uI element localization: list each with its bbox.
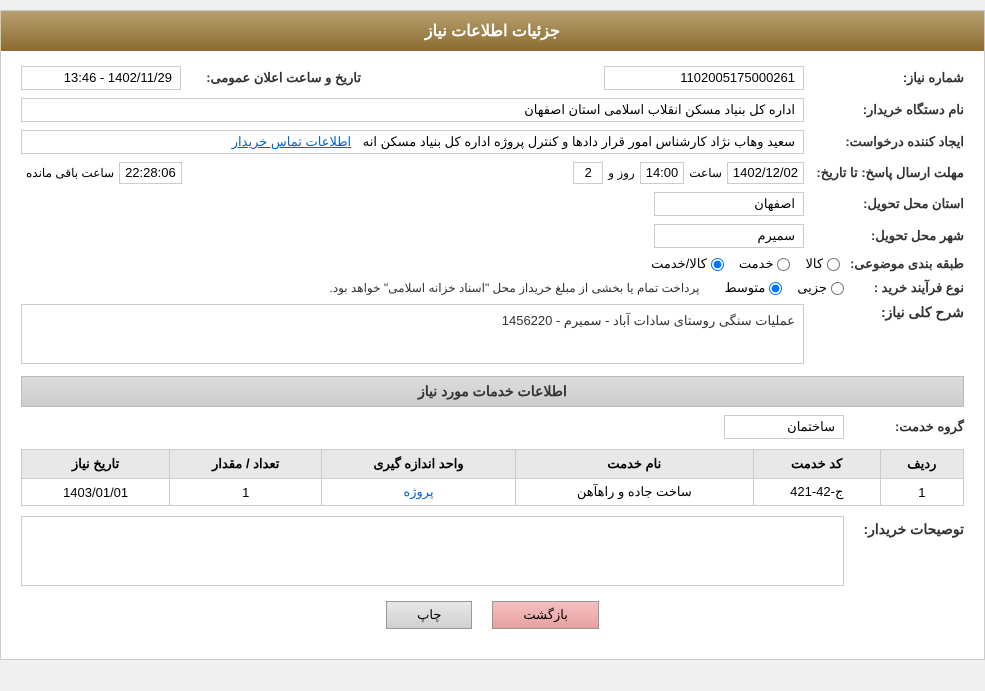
shahr-value: سمیرم xyxy=(757,228,795,243)
shamare-value-box: 1102005175000261 xyxy=(604,66,804,90)
ijad-link[interactable]: اطلاعات تماس خریدار xyxy=(232,134,351,149)
ostan-label: استان محل تحویل: xyxy=(804,196,964,212)
services-table: ردیف کد خدمت نام خدمت واحد اندازه گیری ت… xyxy=(21,449,964,506)
name-row: نام دستگاه خریدار: اداره کل بنیاد مسکن ا… xyxy=(21,98,964,122)
shamare-label: شماره نیاز: xyxy=(804,70,964,86)
proc-radio-group: جزیی متوسط پرداخت تمام یا بخشی از مبلغ خ… xyxy=(329,280,844,296)
services-header-text: اطلاعات خدمات مورد نیاز xyxy=(418,383,567,399)
table-header-row: ردیف کد خدمت نام خدمت واحد اندازه گیری ت… xyxy=(22,450,964,479)
name-label: نام دستگاه خریدار: xyxy=(804,102,964,118)
tabaqe-label: طبقه بندی موضوعی: xyxy=(840,256,964,272)
group-value-box: ساختمان xyxy=(724,415,844,439)
saat-box: 14:00 xyxy=(640,162,685,184)
page-wrapper: جزئیات اطلاعات نیاز شماره نیاز: 11020051… xyxy=(0,10,985,660)
saat-value: 14:00 xyxy=(646,165,679,180)
radio-kala[interactable]: کالا xyxy=(805,256,840,272)
sharh-label: شرح کلی نیاز: xyxy=(804,304,964,321)
cell-radif: 1 xyxy=(880,479,963,506)
ostan-row: استان محل تحویل: اصفهان xyxy=(21,192,964,216)
baghimande-value: 22:28:06 xyxy=(125,165,176,180)
ijad-row: ایجاد کننده درخواست: سعید وهاب نژاد کارش… xyxy=(21,130,964,154)
sharh-value-box: عملیات سنگی روستای سادات آباد - سمیرم - … xyxy=(21,304,804,364)
col-tedad: تعداد / مقدار xyxy=(170,450,322,479)
proc-note: پرداخت تمام یا بخشی از مبلغ خریداز محل "… xyxy=(329,281,699,295)
sharh-container: عملیات سنگی روستای سادات آباد - سمیرم - … xyxy=(21,304,804,364)
group-label: گروه خدمت: xyxy=(844,419,964,435)
proc-label: نوع فرآیند خرید : xyxy=(844,280,964,296)
services-header: اطلاعات خدمات مورد نیاز xyxy=(21,376,964,407)
mohlat-label: مهلت ارسال پاسخ: تا تاریخ: xyxy=(804,165,964,181)
content-area: شماره نیاز: 1102005175000261 تاریخ و ساع… xyxy=(1,51,984,659)
mohlat-date: 1402/12/02 xyxy=(733,165,798,180)
group-row: گروه خدمت: ساختمان xyxy=(21,415,964,439)
cell-kod: ج-42-421 xyxy=(753,479,880,506)
cell-vahed: پروژه xyxy=(322,479,516,506)
mohlat-date-box: 1402/12/02 xyxy=(727,162,804,184)
tarikh-value-box: 1402/11/29 - 13:46 xyxy=(21,66,181,90)
buyer-desc-row: توصیحات خریدار: xyxy=(21,516,964,586)
buyer-desc-box xyxy=(21,516,844,586)
cell-tarikh: 1403/01/01 xyxy=(22,479,170,506)
buttons-row: بازگشت چاپ xyxy=(21,601,964,644)
radio-kala-khadamat[interactable]: کالا/خدمت xyxy=(651,256,724,272)
shahr-label: شهر محل تحویل: xyxy=(804,228,964,244)
page-title: جزئیات اطلاعات نیاز xyxy=(425,23,560,40)
cell-name: ساخت جاده و راهآهن xyxy=(515,479,753,506)
shamare-value: 1102005175000261 xyxy=(680,70,795,85)
col-name: نام خدمت xyxy=(515,450,753,479)
sharh-value: عملیات سنگی روستای سادات آباد - سمیرم - … xyxy=(502,313,795,328)
tabaqe-row: طبقه بندی موضوعی: کالا خدمت کالا/خدمت xyxy=(21,256,964,272)
ostan-value-box: اصفهان xyxy=(654,192,804,216)
radio-jozii[interactable]: جزیی xyxy=(797,280,844,296)
tabaqe-radio-group: کالا خدمت کالا/خدمت xyxy=(651,256,840,272)
col-radif: ردیف xyxy=(880,450,963,479)
shamare-row: شماره نیاز: 1102005175000261 تاریخ و ساع… xyxy=(21,66,964,90)
tarikh-value: 1402/11/29 - 13:46 xyxy=(64,70,172,85)
baghimande-box: 22:28:06 xyxy=(119,162,182,184)
name-value: اداره کل بنیاد مسکن انقلاب اسلامی استان … xyxy=(524,102,795,117)
col-vahed: واحد اندازه گیری xyxy=(322,450,516,479)
sharh-row: شرح کلی نیاز: عملیات سنگی روستای سادات آ… xyxy=(21,304,964,364)
ijad-value-box: سعید وهاب نژاد کارشناس امور قرار دادها و… xyxy=(21,130,804,154)
radio-motavaset[interactable]: متوسط xyxy=(724,280,782,296)
table-row: 1 ج-42-421 ساخت جاده و راهآهن پروژه 1 14… xyxy=(22,479,964,506)
cell-tedad: 1 xyxy=(170,479,322,506)
page-header: جزئیات اطلاعات نیاز xyxy=(1,11,984,51)
rooz-label: روز و xyxy=(608,166,635,180)
col-tarikh: تاریخ نیاز xyxy=(22,450,170,479)
print-button[interactable]: چاپ xyxy=(386,601,472,629)
rooz-value: 2 xyxy=(585,165,592,180)
ijad-label: ایجاد کننده درخواست: xyxy=(804,134,964,150)
ijad-value: سعید وهاب نژاد کارشناس امور قرار دادها و… xyxy=(363,134,795,149)
saat-label: ساعت xyxy=(689,166,722,180)
baghimande-label: ساعت باقی مانده xyxy=(26,166,114,180)
ostan-value: اصفهان xyxy=(754,196,795,211)
back-button[interactable]: بازگشت xyxy=(492,601,598,629)
mohlat-row: مهلت ارسال پاسخ: تا تاریخ: 1402/12/02 سا… xyxy=(21,162,964,184)
radio-khadamat[interactable]: خدمت xyxy=(739,256,791,272)
col-kod: کد خدمت xyxy=(753,450,880,479)
rooz-box: 2 xyxy=(573,162,603,184)
shahr-value-box: سمیرم xyxy=(654,224,804,248)
buyer-desc-label: توصیحات خریدار: xyxy=(844,516,964,538)
shahr-row: شهر محل تحویل: سمیرم xyxy=(21,224,964,248)
proc-row: نوع فرآیند خرید : جزیی متوسط پرداخت تمام… xyxy=(21,280,964,296)
name-value-box: اداره کل بنیاد مسکن انقلاب اسلامی استان … xyxy=(21,98,804,122)
group-value: ساختمان xyxy=(787,419,835,434)
tarikh-label: تاریخ و ساعت اعلان عمومی: xyxy=(181,70,361,86)
